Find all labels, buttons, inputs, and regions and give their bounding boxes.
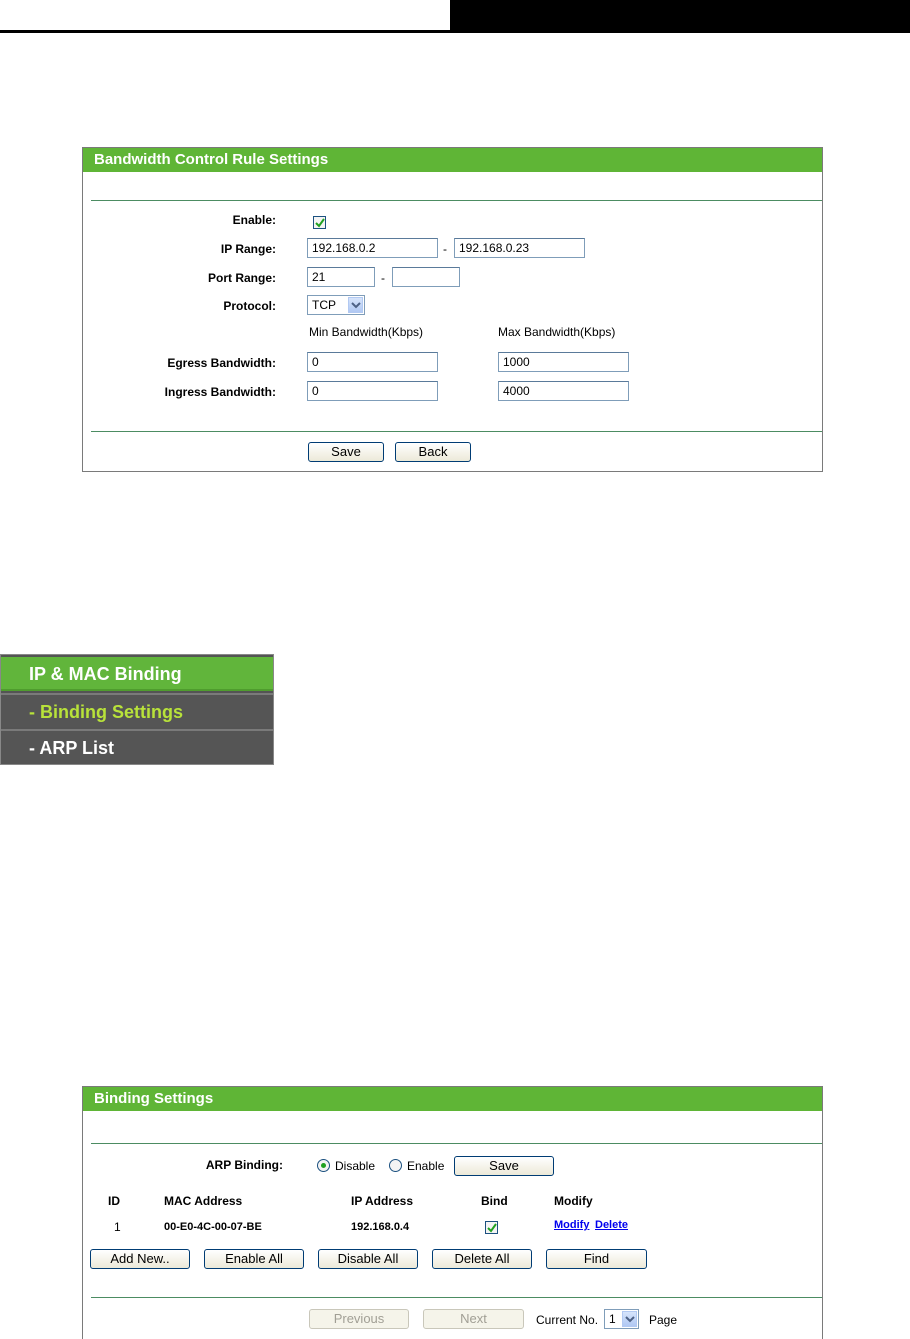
arp-enable-radio[interactable] [389, 1159, 402, 1172]
ip-range-dash: - [443, 242, 447, 256]
current-page-value: 1 [609, 1312, 616, 1326]
max-bandwidth-header: Max Bandwidth(Kbps) [498, 325, 616, 339]
table-header-ip: IP Address [351, 1194, 414, 1208]
row-mac: 00-E0-4C-00-07-BE [164, 1221, 262, 1233]
bandwidth-rule-panel: Bandwidth Control Rule Settings Enable: … [82, 147, 823, 472]
panel-title: Binding Settings [83, 1087, 822, 1111]
find-button[interactable]: Find [546, 1249, 647, 1269]
back-button[interactable]: Back [395, 442, 471, 462]
divider [91, 1143, 822, 1144]
egress-min-input[interactable]: 0 [307, 352, 438, 372]
port-start-input[interactable]: 21 [307, 267, 375, 287]
save-button[interactable]: Save [308, 442, 384, 462]
port-end-input[interactable] [392, 267, 460, 287]
page-label: Page [649, 1313, 678, 1327]
menu-item-arp-list[interactable]: - ARP List [1, 729, 273, 763]
arp-disable-radio[interactable] [317, 1159, 330, 1172]
panel-title: Bandwidth Control Rule Settings [83, 148, 822, 172]
row-delete-link[interactable]: Delete [595, 1219, 628, 1231]
port-range-label: Port Range: [207, 271, 276, 285]
arp-binding-label: ARP Binding: [205, 1158, 283, 1172]
ip-end-input[interactable]: 192.168.0.23 [454, 238, 585, 258]
enable-label: Enable: [232, 213, 276, 227]
table-header-mac: MAC Address [164, 1194, 243, 1208]
arp-disable-label: Disable [335, 1159, 376, 1173]
header-rule [0, 30, 450, 33]
protocol-value: TCP [312, 298, 336, 312]
current-no-label: Current No. [536, 1313, 599, 1327]
table-header-id: ID [108, 1194, 120, 1208]
protocol-select[interactable]: TCP [307, 295, 365, 315]
chevron-down-icon[interactable] [348, 297, 363, 313]
menu-item-ip-mac-binding[interactable]: IP & MAC Binding [1, 657, 273, 691]
ingress-label: Ingress Bandwidth: [164, 385, 276, 399]
binding-settings-panel: Binding Settings ARP Binding: Disable En… [82, 1086, 823, 1339]
ip-range-label: IP Range: [220, 242, 276, 256]
row-modify-link[interactable]: Modify [554, 1219, 589, 1231]
ip-mac-binding-menu: IP & MAC Binding - Binding Settings - AR… [0, 654, 274, 765]
check-icon [315, 218, 325, 228]
row-ip: 192.168.0.4 [351, 1221, 410, 1233]
check-icon [487, 1223, 497, 1233]
header-black-block [450, 0, 910, 33]
enable-checkbox[interactable] [313, 216, 326, 229]
arp-save-button[interactable]: Save [454, 1156, 554, 1176]
egress-label: Egress Bandwidth: [167, 356, 276, 370]
min-bandwidth-header: Min Bandwidth(Kbps) [309, 325, 424, 339]
ip-start-input[interactable]: 192.168.0.2 [307, 238, 438, 258]
disable-all-button[interactable]: Disable All [318, 1249, 418, 1269]
current-page-select[interactable]: 1 [604, 1309, 639, 1329]
protocol-label: Protocol: [223, 299, 276, 313]
enable-all-button[interactable]: Enable All [204, 1249, 304, 1269]
add-new-button[interactable]: Add New.. [90, 1249, 190, 1269]
ingress-max-input[interactable]: 4000 [498, 381, 629, 401]
delete-all-button[interactable]: Delete All [432, 1249, 532, 1269]
ingress-min-input[interactable]: 0 [307, 381, 438, 401]
row-bind-checkbox[interactable] [485, 1221, 498, 1234]
table-header-modify: Modify [554, 1194, 593, 1208]
port-range-dash: - [381, 271, 385, 285]
radio-selected-dot [321, 1163, 326, 1168]
menu-item-binding-settings[interactable]: - Binding Settings [1, 693, 273, 727]
divider [91, 200, 822, 201]
egress-max-input[interactable]: 1000 [498, 352, 629, 372]
divider [91, 431, 822, 432]
table-header-bind: Bind [481, 1194, 508, 1208]
arp-enable-label: Enable [407, 1159, 445, 1173]
row-id: 1 [114, 1220, 121, 1234]
next-button[interactable]: Next [423, 1309, 524, 1329]
divider [91, 1297, 822, 1298]
previous-button[interactable]: Previous [309, 1309, 409, 1329]
chevron-down-icon[interactable] [622, 1311, 637, 1327]
